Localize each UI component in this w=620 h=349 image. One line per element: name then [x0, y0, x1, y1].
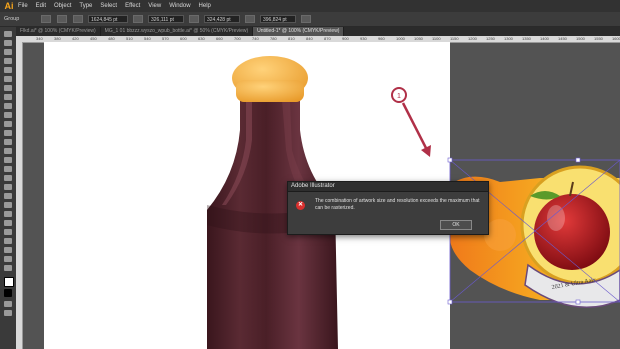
artwork-canvas[interactable]: 1 2021 & Ultra Aalx	[0, 0, 620, 349]
step-annotation: 1	[391, 87, 431, 157]
dialog-title: Adobe Illustrator	[288, 182, 488, 192]
handle-bottom-left[interactable]	[447, 299, 453, 305]
handle-top-middle[interactable]	[575, 157, 581, 163]
error-icon: ✕	[296, 201, 305, 210]
dialog-message: The combination of artwork size and reso…	[315, 198, 480, 211]
handle-top-left[interactable]	[447, 157, 453, 163]
step-number: 1	[397, 93, 401, 100]
ok-button[interactable]: OK	[440, 220, 472, 230]
alert-dialog: Adobe Illustrator ✕ The combination of a…	[287, 181, 489, 235]
handle-bottom-middle[interactable]	[575, 299, 581, 305]
